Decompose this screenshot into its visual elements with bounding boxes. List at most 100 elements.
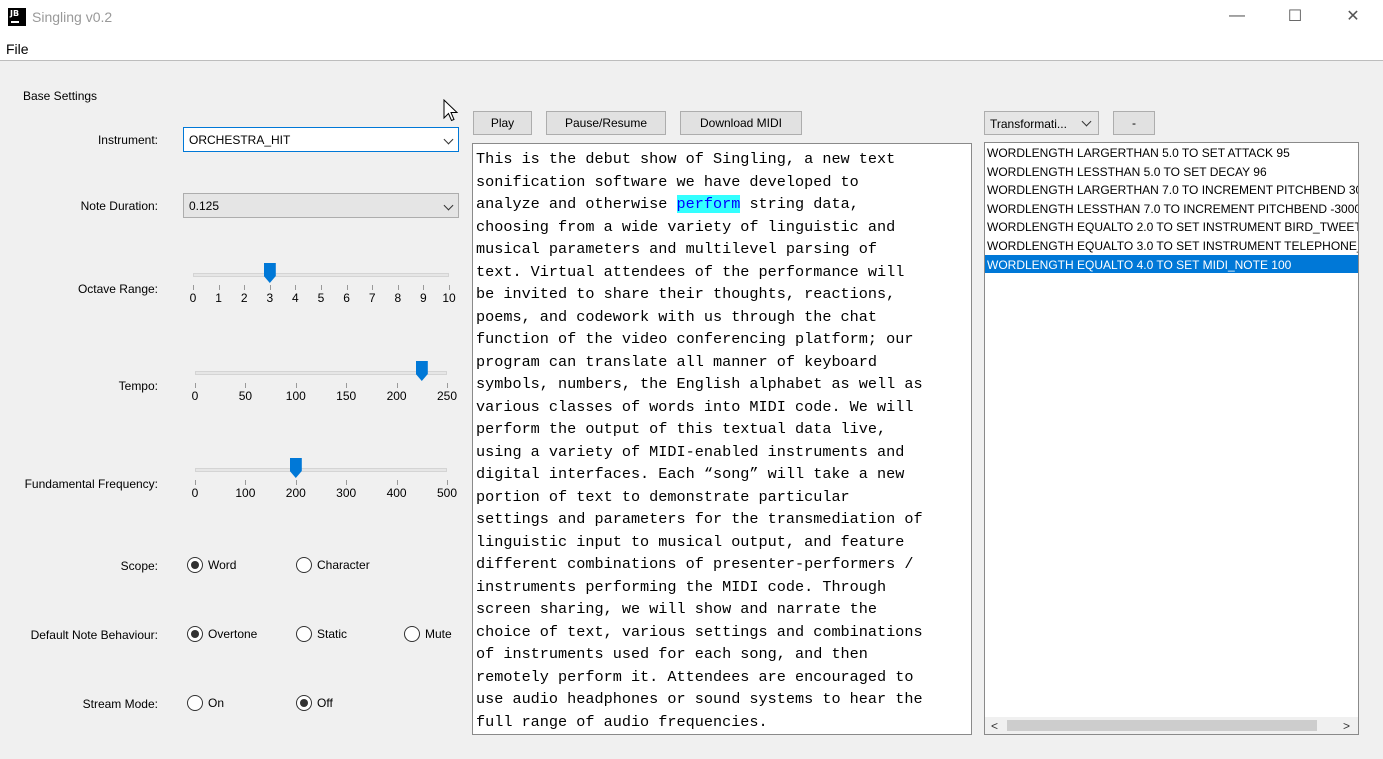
behaviour-overtone-radio[interactable]: Overtone [187,626,257,642]
chevron-down-icon [1081,116,1092,127]
radio-label: Word [208,558,237,572]
text-line: musical parameters and multilevel parsin… [476,240,878,258]
scrollbar-thumb[interactable] [1007,720,1317,731]
app-logo-icon: JB [8,8,26,26]
radio-unselected-icon [187,695,203,711]
transformations-list[interactable]: WORDLENGTH LARGERTHAN 5.0 TO SET ATTACK … [984,142,1359,735]
slider-tick [218,285,220,290]
slider-tick [195,383,196,388]
instrument-select[interactable]: ORCHESTRA_HIT [183,127,459,152]
text-line: full range of audio frequencies. [476,712,768,731]
text-line: perform the output of this textual data … [476,420,887,438]
radio-label: Character [317,558,370,572]
text-line: program can translate all manner of keyb… [476,352,878,371]
slider-tick-label: 9 [420,291,427,305]
radio-selected-icon [296,695,312,711]
slider-tick-label: 4 [292,291,299,305]
list-item[interactable]: WORDLENGTH LARGERTHAN 7.0 TO INCREMENT P… [985,180,1358,199]
maximize-button[interactable]: ☐ [1266,0,1324,32]
scope-word-radio[interactable]: Word [187,557,236,573]
text-line: different combinations of presenter-perf… [476,555,914,573]
text-line: This is the debut show of Singling, a ne… [476,150,896,168]
list-item[interactable]: WORDLENGTH LESSTHAN 5.0 TO SET DECAY 96 [985,162,1358,181]
octave-range-slider[interactable]: 0 1 2 3 4 5 6 7 8 9 10 [190,263,456,313]
slider-tick-label: 400 [386,486,407,500]
horizontal-scrollbar[interactable]: < > [985,717,1358,734]
tempo-label: Tempo: [118,379,158,393]
slider-tick [295,480,297,485]
octave-range-label: Octave Range: [77,282,158,296]
instrument-label: Instrument: [97,133,158,147]
text-line: portion of text to demonstrate particula… [476,487,850,506]
slider-tick-label: 300 [336,486,357,500]
transformations-value: Transformati... [990,117,1067,131]
slider-tick [245,480,247,485]
minimize-button[interactable]: — [1208,0,1266,32]
slider-thumb[interactable] [415,361,428,381]
tempo-slider[interactable]: 0 50 100 150 200 250 [192,361,457,411]
transformations-select[interactable]: Transformati... [984,111,1099,135]
list-item[interactable]: WORDLENGTH LESSTHAN 7.0 TO INCREMENT PIT… [985,199,1358,218]
slider-tick-label: 100 [235,486,256,500]
base-settings-title: Base Settings [23,89,98,103]
chevron-down-icon [443,200,454,211]
slider-thumb[interactable] [263,263,276,283]
slider-tick [346,480,348,485]
slider-tick [397,285,399,290]
scroll-left-icon[interactable]: < [991,719,998,733]
menu-file[interactable]: File [6,41,29,57]
slider-tick [447,480,448,485]
slider-tick-label: 200 [285,486,306,500]
text-line: be invited to share their thoughts, reac… [476,285,896,303]
behaviour-static-radio[interactable]: Static [296,626,347,642]
download-midi-button[interactable]: Download MIDI [680,111,802,135]
list-item[interactable]: WORDLENGTH EQUALTO 2.0 TO SET INSTRUMENT… [985,217,1358,236]
text-line: instruments performing the MIDI code. Th… [476,577,887,596]
slider-tick [346,285,348,290]
slider-tick [295,383,297,388]
text-line: poems, and codework with us through the … [476,307,878,326]
slider-tick-label: 50 [238,389,253,403]
fundamental-frequency-slider[interactable]: 0 100 200 300 400 500 [192,458,457,508]
radio-unselected-icon [296,557,312,573]
slider-tick [295,285,297,290]
scope-character-radio[interactable]: Character [296,557,370,573]
source-text-area[interactable]: This is the debut show of Singling, a ne… [472,143,972,735]
slider-track [195,371,447,375]
window-title: Singling v0.2 [32,9,113,25]
radio-label: Overtone [208,627,258,641]
chevron-down-icon [443,134,454,145]
list-item[interactable]: WORDLENGTH EQUALTO 3.0 TO SET INSTRUMENT… [985,236,1358,255]
play-button[interactable]: Play [473,111,532,135]
stream-on-radio[interactable]: On [187,695,224,711]
remove-transformation-button[interactable]: - [1113,111,1155,135]
radio-label: Off [317,696,333,710]
text-line: screen sharing, we will show and narrate… [476,600,878,618]
slider-tick [346,383,348,388]
behaviour-mute-radio[interactable]: Mute [404,626,452,642]
scroll-right-icon[interactable]: > [1343,719,1350,733]
note-duration-select[interactable]: 0.125 [183,193,459,218]
slider-tick [245,383,247,388]
slider-tick-label: 8 [394,291,402,305]
slider-tick-label: 5 [317,291,325,305]
list-item[interactable]: WORDLENGTH LARGERTHAN 5.0 TO SET ATTACK … [985,143,1358,162]
close-button[interactable]: ✕ [1324,0,1382,32]
text-line: remotely perform it. Attendees are encou… [476,667,914,686]
menu-bar: File [0,34,1383,61]
pause-resume-button[interactable]: Pause/Resume [546,111,666,135]
list-item[interactable]: WORDLENGTH EQUALTO 4.0 TO SET MIDI_NOTE … [985,254,1358,274]
text-line: of instruments used for each song, and t… [476,645,868,663]
slider-tick-label: 3 [266,291,274,305]
highlighted-word: perform [676,195,741,213]
slider-tick [269,285,271,290]
slider-tick-label: 250 [436,389,458,403]
stream-off-radio[interactable]: Off [296,695,333,711]
slider-tick-label: 500 [436,486,458,500]
note-duration-label: Note Duration: [80,199,158,213]
slider-thumb[interactable] [289,458,302,478]
slider-tick [193,285,194,290]
text-line: text. Virtual attendees of the performan… [476,262,905,281]
slider-tick-label: 100 [285,389,306,403]
slider-tick [396,480,398,485]
